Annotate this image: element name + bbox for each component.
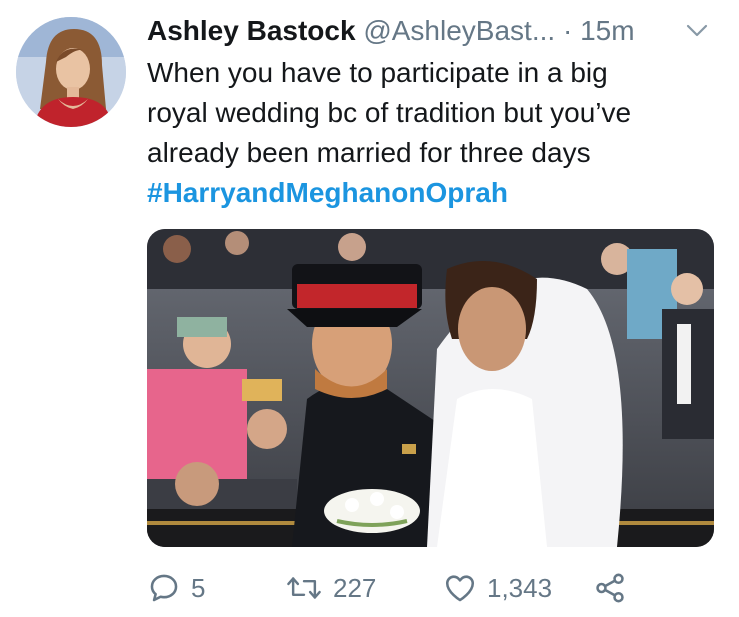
like-button[interactable]: 1,343 bbox=[443, 566, 552, 610]
wedding-photo bbox=[147, 229, 714, 547]
tweet-text: When you have to participate in a big ro… bbox=[147, 53, 722, 213]
author-name[interactable]: Ashley Bastock bbox=[147, 15, 356, 46]
tweet-card: Ashley Bastock @AshleyBast... · 15m When… bbox=[0, 0, 739, 617]
reply-button[interactable]: 5 bbox=[147, 566, 205, 610]
retweet-icon bbox=[287, 577, 321, 599]
chevron-down-icon[interactable] bbox=[682, 20, 712, 42]
tweet-header: Ashley Bastock @AshleyBast... · 15m bbox=[147, 12, 635, 50]
tweet-text-line: already been married for three days bbox=[147, 137, 591, 168]
tweet-text-line: When you have to participate in a big bbox=[147, 57, 608, 88]
tweet-actions: 5 227 1,343 bbox=[147, 566, 707, 610]
avatar[interactable] bbox=[16, 17, 126, 127]
separator-dot: · bbox=[562, 15, 573, 46]
tweet-media-photo[interactable] bbox=[147, 229, 714, 547]
tweet-timestamp[interactable]: 15m bbox=[580, 15, 634, 46]
author-handle[interactable]: @AshleyBast... bbox=[363, 15, 555, 46]
share-button[interactable] bbox=[593, 566, 627, 610]
like-icon bbox=[445, 575, 475, 602]
avatar-image bbox=[16, 17, 126, 127]
hashtag-link[interactable]: #HarryandMeghanonOprah bbox=[147, 173, 722, 213]
tweet-text-line: royal wedding bc of tradition but you’ve bbox=[147, 97, 632, 128]
reply-count: 5 bbox=[191, 572, 206, 603]
like-count: 1,343 bbox=[487, 572, 553, 603]
share-icon bbox=[596, 573, 624, 603]
reply-icon bbox=[150, 574, 178, 602]
retweet-button[interactable]: 227 bbox=[285, 566, 376, 610]
retweet-count: 227 bbox=[333, 572, 377, 603]
